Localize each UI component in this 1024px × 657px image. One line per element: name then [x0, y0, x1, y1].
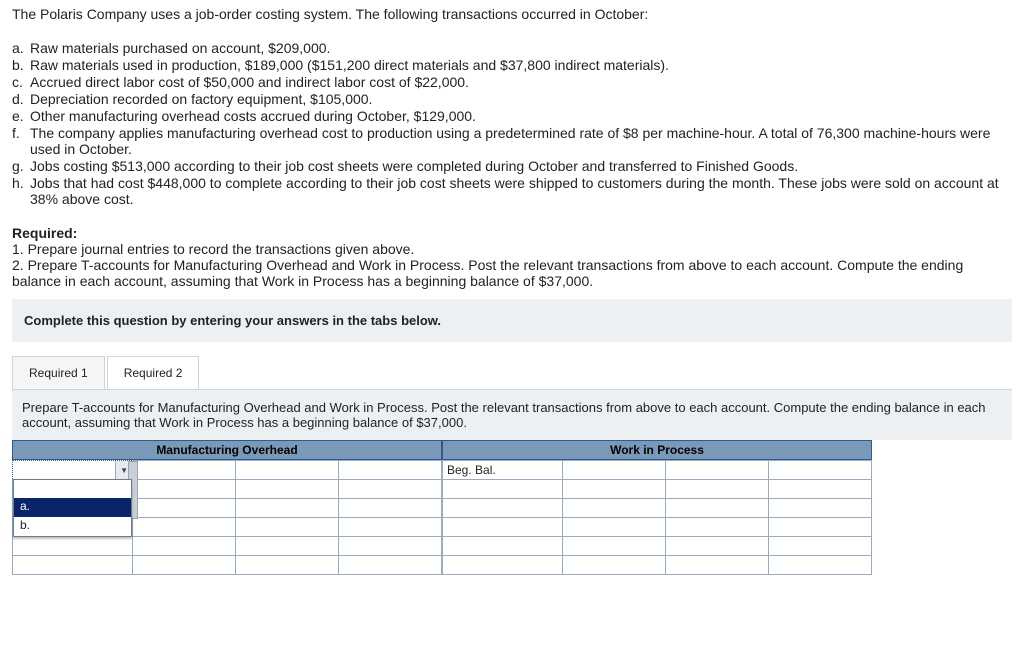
list-item: h.Jobs that had cost $448,000 to complet… — [12, 175, 1012, 207]
required-line-1: 1. Prepare journal entries to record the… — [12, 241, 1012, 257]
wip-cell[interactable] — [443, 556, 563, 575]
t-account-moh: ▼ a. b. — [12, 460, 442, 575]
wip-cell[interactable] — [769, 461, 872, 480]
wip-cell[interactable] — [443, 537, 563, 556]
moh-cell[interactable] — [236, 461, 339, 480]
moh-cell[interactable] — [339, 499, 442, 518]
wip-cell[interactable] — [769, 518, 872, 537]
wip-cell[interactable] — [563, 518, 666, 537]
moh-cell[interactable] — [236, 499, 339, 518]
list-item: g.Jobs costing $513,000 according to the… — [12, 158, 1012, 174]
wip-cell[interactable] — [769, 537, 872, 556]
instruction-bar: Complete this question by entering your … — [12, 299, 1012, 342]
wip-cell[interactable] — [563, 499, 666, 518]
moh-cell[interactable] — [339, 480, 442, 499]
moh-cell[interactable] — [133, 480, 236, 499]
wip-cell[interactable] — [563, 556, 666, 575]
moh-cell[interactable] — [133, 461, 236, 480]
moh-cell[interactable] — [236, 518, 339, 537]
transaction-list: a.Raw materials purchased on account, $2… — [12, 40, 1012, 207]
dropdown-option-b[interactable]: b. — [14, 517, 131, 536]
moh-cell[interactable] — [236, 537, 339, 556]
tab-required-2[interactable]: Required 2 — [107, 356, 200, 389]
wip-cell[interactable] — [443, 499, 563, 518]
moh-cell[interactable] — [339, 537, 442, 556]
moh-cell[interactable] — [339, 461, 442, 480]
list-item: b.Raw materials used in production, $189… — [12, 57, 1012, 73]
moh-dropdown-options[interactable]: a. b. — [13, 479, 132, 537]
dropdown-option-a[interactable]: a. — [14, 498, 131, 517]
list-item: a.Raw materials purchased on account, $2… — [12, 40, 1012, 56]
list-item: e.Other manufacturing overhead costs acc… — [12, 108, 1012, 124]
wip-cell[interactable] — [666, 537, 769, 556]
wip-begbal-label: Beg. Bal. — [443, 461, 563, 480]
moh-cell[interactable] — [133, 499, 236, 518]
wip-cell[interactable] — [769, 556, 872, 575]
moh-cell[interactable] — [133, 556, 236, 575]
tab-description: Prepare T-accounts for Manufacturing Ove… — [12, 389, 1012, 440]
dropdown-option-blank[interactable] — [14, 480, 131, 498]
problem-intro: The Polaris Company uses a job-order cos… — [12, 6, 1012, 22]
wip-cell[interactable] — [769, 480, 872, 499]
wip-cell[interactable] — [666, 556, 769, 575]
wip-cell[interactable] — [443, 518, 563, 537]
list-item: c.Accrued direct labor cost of $50,000 a… — [12, 74, 1012, 90]
moh-cell[interactable] — [236, 556, 339, 575]
required-heading: Required: — [12, 225, 1012, 241]
moh-row1-label-dropdown[interactable]: ▼ a. b. — [13, 461, 133, 480]
wip-cell[interactable] — [563, 537, 666, 556]
moh-cell[interactable] — [236, 480, 339, 499]
moh-cell[interactable] — [133, 518, 236, 537]
moh-cell[interactable] — [339, 518, 442, 537]
t-account-wip: Beg. Bal. — [442, 460, 872, 575]
wip-cell[interactable] — [769, 499, 872, 518]
wip-cell[interactable] — [563, 480, 666, 499]
wip-cell[interactable] — [443, 480, 563, 499]
required-line-2: 2. Prepare T-accounts for Manufacturing … — [12, 257, 1012, 289]
moh-cell[interactable] — [339, 556, 442, 575]
wip-cell[interactable] — [666, 499, 769, 518]
moh-cell[interactable] — [133, 537, 236, 556]
list-item: f.The company applies manufacturing over… — [12, 125, 1012, 157]
list-item: d.Depreciation recorded on factory equip… — [12, 91, 1012, 107]
wip-cell[interactable] — [666, 461, 769, 480]
wip-cell[interactable] — [666, 480, 769, 499]
wip-cell[interactable] — [666, 518, 769, 537]
wip-cell[interactable] — [563, 461, 666, 480]
tab-required-1[interactable]: Required 1 — [12, 356, 105, 389]
t-account-header-wip: Work in Process — [442, 440, 872, 460]
t-account-header-moh: Manufacturing Overhead — [12, 440, 442, 460]
